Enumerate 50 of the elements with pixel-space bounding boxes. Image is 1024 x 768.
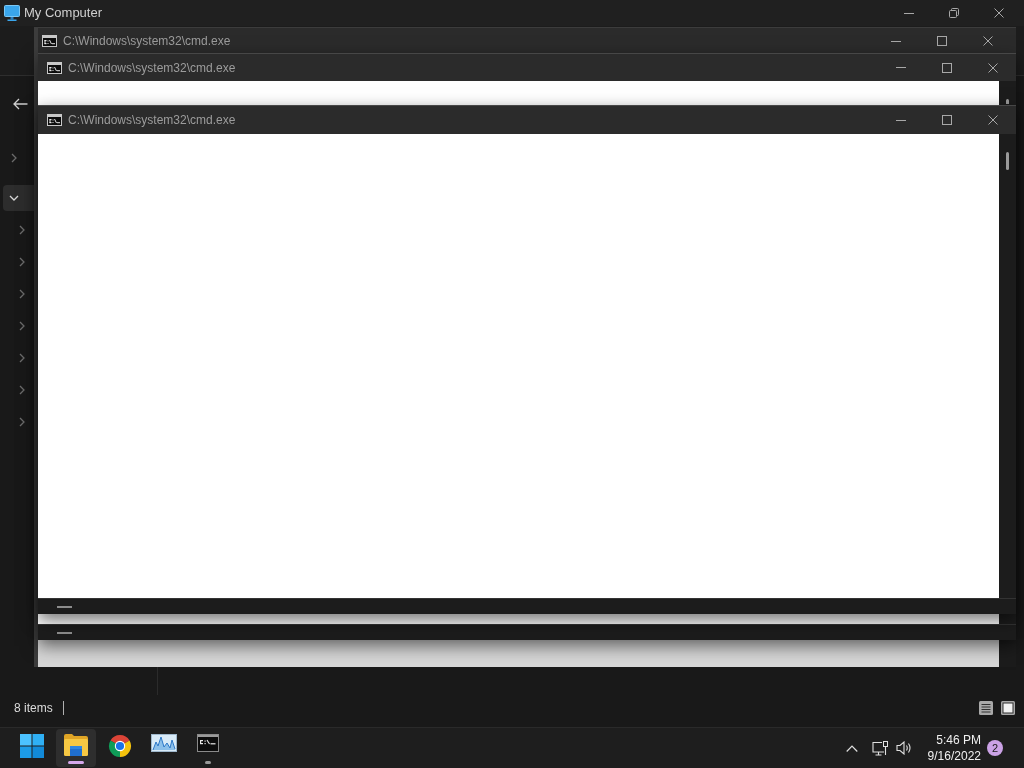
maximize-icon: [942, 62, 952, 73]
close-icon: [993, 8, 1004, 18]
terminal-icon: [42, 35, 57, 47]
chevron-right-icon[interactable]: [19, 417, 25, 427]
minimize-icon: [896, 119, 906, 121]
item-count: 8 items: [14, 701, 53, 715]
volume-icon[interactable]: [895, 741, 912, 755]
computer-icon: [4, 5, 20, 21]
close-icon: [983, 36, 993, 46]
chevron-right-icon[interactable]: [11, 153, 17, 163]
minimize-icon: [896, 67, 906, 68]
chevron-right-icon[interactable]: [19, 257, 25, 267]
network-icon[interactable]: [871, 740, 888, 756]
browser-icon: [108, 734, 132, 758]
chevron-right-icon[interactable]: [19, 353, 25, 363]
minimize-icon: [903, 12, 914, 14]
chevron-right-icon[interactable]: [19, 225, 25, 235]
window-title: C:\Windows\system32\cmd.exe: [68, 113, 236, 127]
chevron-right-icon[interactable]: [19, 321, 25, 331]
close-icon: [988, 115, 998, 125]
tree-item[interactable]: [3, 185, 34, 211]
window-title: C:\Windows\system32\cmd.exe: [68, 60, 236, 75]
notification-badge[interactable]: 2: [987, 740, 1003, 756]
restore-icon: [948, 8, 959, 18]
chevron-down-icon[interactable]: [9, 195, 19, 201]
chevron-right-icon[interactable]: [19, 385, 25, 395]
close-icon: [988, 62, 998, 73]
terminal-icon: [47, 114, 62, 126]
window-title: C:\Windows\system32\cmd.exe: [63, 34, 231, 48]
scroll-thumb[interactable]: [1006, 152, 1009, 170]
taskbar-button[interactable]: [56, 729, 96, 767]
chevron-right-icon[interactable]: [19, 289, 25, 299]
back-arrow-icon[interactable]: [13, 98, 28, 110]
terminal-icon: [197, 734, 219, 752]
minimize-icon: [891, 40, 901, 42]
window-title: My Computer: [24, 5, 103, 21]
terminal-icon: [47, 61, 62, 74]
clock-time[interactable]: 5:46 PM: [936, 732, 981, 748]
dash-icon: [57, 631, 72, 634]
scroll-thumb[interactable]: [1006, 99, 1009, 104]
performance-chart-icon: [151, 734, 177, 752]
caret-up-icon[interactable]: [845, 744, 858, 752]
details-view-icon[interactable]: [979, 701, 993, 715]
preview-view-icon[interactable]: [1001, 701, 1015, 715]
dash-icon: [57, 605, 72, 608]
maximize-icon: [942, 115, 952, 125]
folder-icon: [64, 734, 88, 756]
clock-date[interactable]: 9/16/2022: [927, 748, 981, 764]
start-icon: [20, 734, 44, 758]
maximize-icon: [937, 36, 947, 46]
